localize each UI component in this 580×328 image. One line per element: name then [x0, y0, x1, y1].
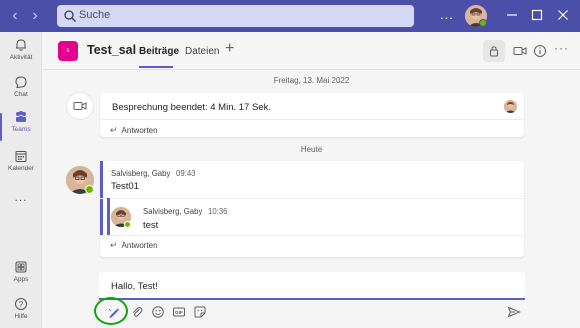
presence-available-icon [479, 19, 487, 27]
team-name[interactable]: Test_sal [87, 43, 136, 57]
rail-item-chat[interactable]: Chat [0, 75, 42, 111]
rail-item-activity[interactable]: Aktivität [0, 38, 42, 74]
rail-label-chat: Chat [14, 91, 28, 98]
rail-item-apps[interactable]: Apps [0, 260, 42, 296]
teams-icon [16, 111, 26, 122]
meeting-ended-title: Besprechung beendet: 4 Min. 17 Sek. [112, 102, 271, 113]
rail-label-help: Hilfe [14, 313, 28, 320]
card-divider [100, 119, 524, 120]
lock-button[interactable] [483, 40, 505, 62]
date-divider-today: Heute [300, 145, 323, 154]
reply-label: Antworten [121, 241, 158, 250]
reply-label: Antworten [121, 126, 158, 135]
card-divider [100, 198, 524, 199]
close-icon[interactable] [555, 7, 571, 23]
svg-text:?: ? [19, 300, 24, 309]
post-text: Test01 [111, 181, 139, 192]
channel-more-icon[interactable]: ··· [554, 41, 570, 57]
maximize-icon[interactable] [529, 7, 545, 23]
compose-text: Hallo, Test! [111, 281, 158, 292]
video-camera-icon [73, 102, 87, 110]
card-divider [100, 235, 524, 236]
reply-button[interactable]: ↵ Antworten [110, 240, 158, 251]
title-bar: ‹ › Suche ... [0, 0, 580, 32]
meeting-icon-circle [66, 92, 94, 120]
reply-arrow-icon: ↵ [110, 125, 118, 135]
rail-label-activity: Aktivität [9, 54, 33, 61]
active-tab-indicator [139, 66, 173, 68]
reply-time: 10:36 [208, 207, 228, 216]
more-icon: ... [14, 190, 28, 204]
date-divider: Freitag, 13. Mai 2022 [273, 76, 350, 85]
rail-item-calendar[interactable]: Kalender [0, 149, 42, 185]
post-author[interactable]: Salvisberg, Gaby [111, 169, 170, 178]
presence-available-icon [124, 221, 131, 228]
search-icon [64, 10, 76, 22]
reply-accent-bar [107, 198, 110, 235]
rail-item-help[interactable]: ? Hilfe [0, 297, 42, 328]
search-placeholder: Suche [79, 9, 111, 21]
compose-message-input[interactable]: Hallo, Test! [99, 272, 525, 300]
tab-dateien[interactable]: Dateien [185, 46, 219, 57]
reply-author[interactable]: Salvisberg, Gaby [143, 207, 202, 216]
rail-item-more[interactable]: ... [0, 188, 42, 204]
rail-label-calendar: Kalender [7, 165, 35, 172]
rail-label-apps: Apps [13, 276, 29, 283]
app-rail: Aktivität Chat Teams Kalender ... Apps ?… [0, 32, 42, 328]
bell-icon [16, 39, 26, 51]
sticker-icon[interactable] [193, 305, 207, 319]
add-tab-icon[interactable]: + [225, 41, 234, 57]
reply-button[interactable]: ↵ Antworten [110, 125, 158, 136]
active-indicator [0, 113, 2, 141]
post-time: 09:43 [176, 169, 196, 178]
info-icon[interactable] [532, 43, 548, 59]
tab-beitraege[interactable]: Beiträge [139, 46, 179, 57]
attach-icon[interactable] [130, 305, 144, 319]
back-arrow-icon[interactable]: ‹ [5, 6, 25, 26]
channel-header: s Test_sal Beiträge Dateien + ··· [43, 32, 580, 70]
format-pen-icon[interactable] [107, 305, 121, 319]
rail-item-teams[interactable]: Teams [0, 110, 42, 146]
chat-icon [15, 76, 27, 89]
video-call-icon[interactable] [512, 43, 528, 59]
gif-icon[interactable]: GIF [172, 305, 186, 319]
rail-label-teams: Teams [11, 126, 31, 133]
reply-arrow-icon: ↵ [110, 240, 118, 250]
svg-text:GIF: GIF [175, 310, 183, 315]
presence-available-icon [85, 185, 94, 194]
reply-text: test [143, 220, 159, 231]
post-card: Salvisberg, Gaby 09:43 Test01 Salvisberg… [100, 161, 524, 257]
emoji-icon[interactable] [151, 305, 165, 319]
more-options-icon[interactable]: ... [440, 8, 454, 22]
minimize-icon[interactable] [504, 7, 520, 23]
participant-avatar [504, 100, 517, 113]
send-icon[interactable] [507, 305, 521, 319]
lock-icon [490, 46, 498, 57]
help-icon: ? [15, 298, 27, 310]
apps-icon [15, 261, 27, 273]
calendar-icon [15, 151, 27, 162]
forward-arrow-icon[interactable]: › [25, 6, 45, 26]
team-avatar[interactable]: s [58, 41, 78, 61]
meeting-card: Besprechung beendet: 4 Min. 17 Sek. ↵ Ant… [100, 93, 524, 137]
search-input[interactable]: Suche [57, 5, 414, 27]
